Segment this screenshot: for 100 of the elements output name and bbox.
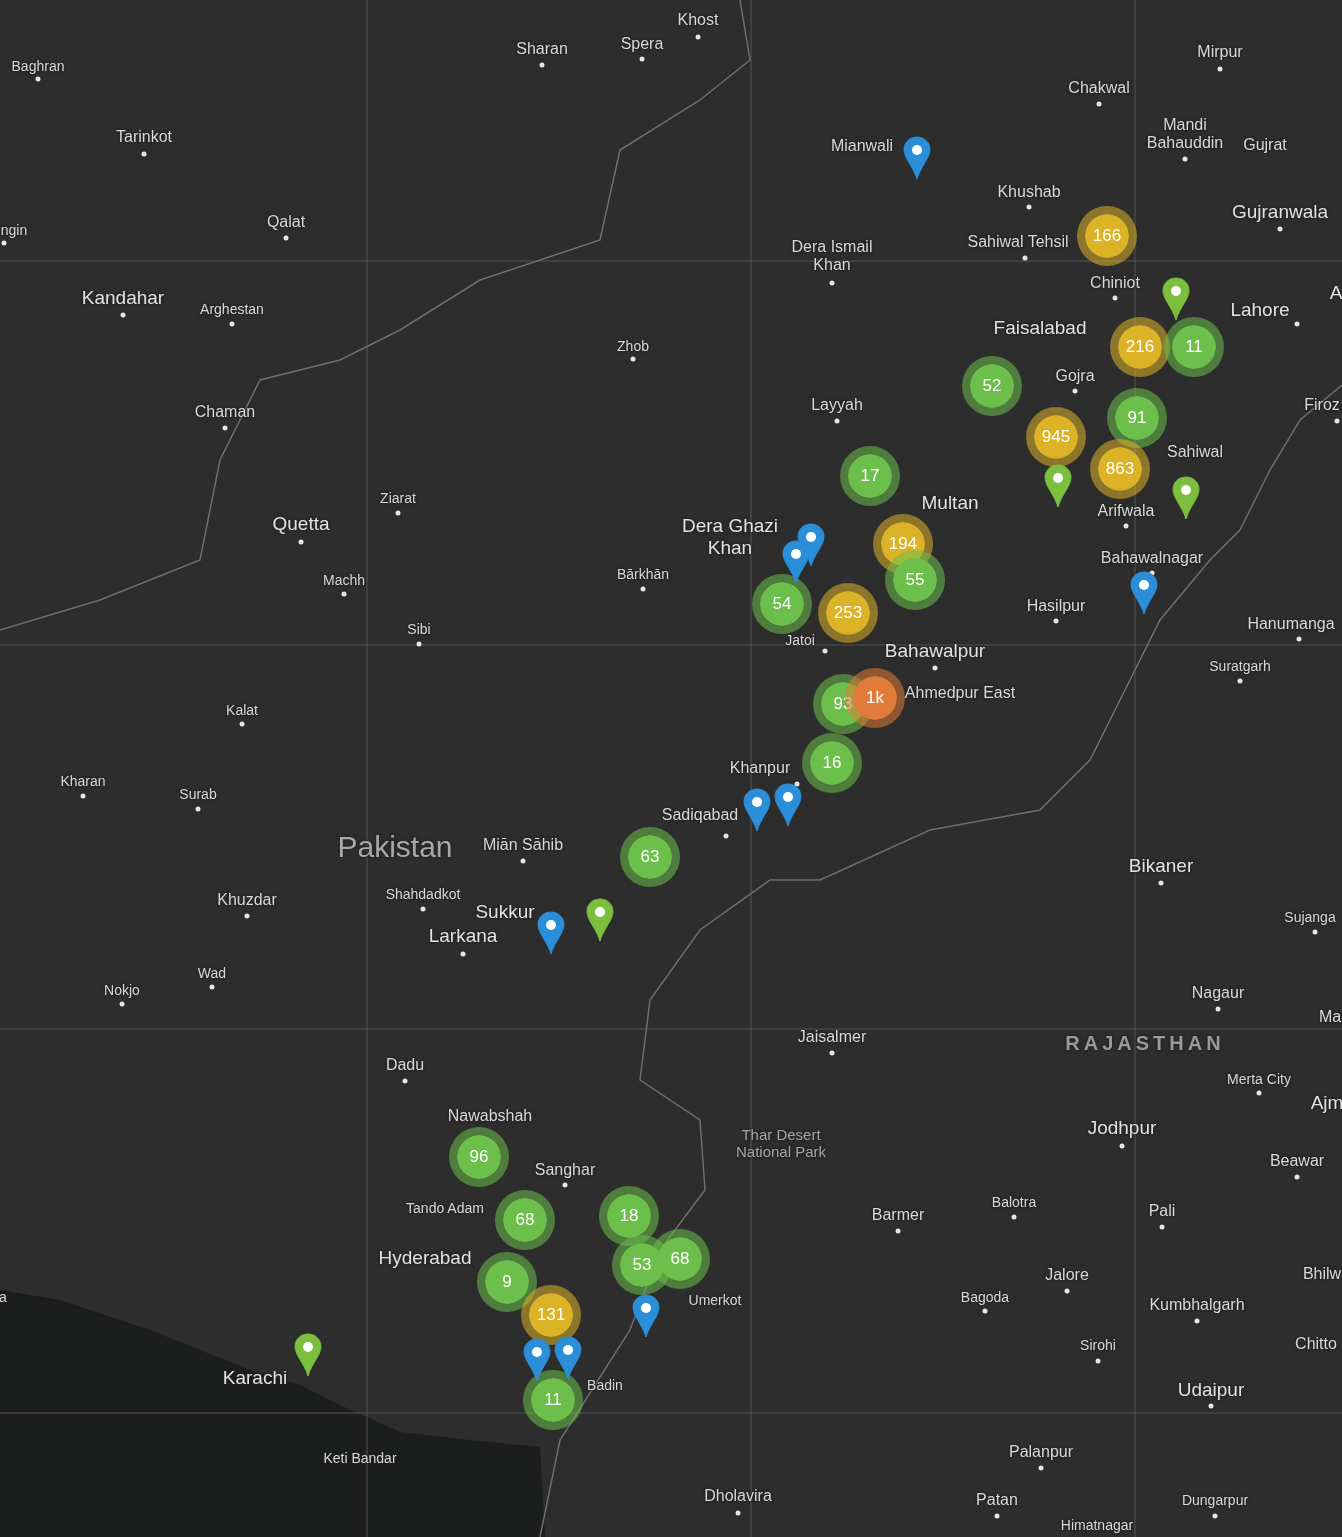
place-label: Firoz	[1304, 395, 1340, 415]
country-label: Pakistan	[337, 829, 453, 865]
map-pin-icon[interactable]	[797, 523, 825, 567]
place-label: Umerkot	[688, 1291, 742, 1309]
city-dot-icon	[141, 151, 147, 157]
place-label: Jaisalmer	[797, 1027, 867, 1047]
place-label: Gujranwala	[1231, 201, 1329, 223]
map-pin-icon[interactable]	[537, 911, 565, 955]
place-label: Gujrat	[1243, 135, 1287, 155]
place-label: Dholavira	[704, 1486, 772, 1506]
city-dot-icon	[1312, 929, 1318, 935]
city-dot-icon	[341, 591, 347, 597]
city-dot-icon	[298, 539, 304, 545]
place-label: Sirohi	[1080, 1336, 1116, 1354]
city-dot-icon	[1095, 1358, 1101, 1364]
place-label: Pali	[1148, 1201, 1176, 1221]
city-dot-icon	[1112, 295, 1118, 301]
city-dot-icon	[1215, 1006, 1221, 1012]
place-label: Qalat	[266, 212, 306, 232]
place-label: Palanpur	[1009, 1442, 1073, 1462]
place-label: Nawabshah	[447, 1106, 533, 1126]
city-dot-icon	[1256, 1090, 1262, 1096]
place-label: Dungarpur	[1181, 1491, 1249, 1509]
place-label: ngin	[0, 221, 28, 239]
city-dot-icon	[80, 793, 86, 799]
city-dot-icon	[35, 76, 41, 82]
place-label: Khuzdar	[217, 890, 277, 910]
city-dot-icon	[539, 62, 545, 68]
place-label: Bahawalnagar	[1100, 548, 1204, 568]
place-label: Khanpur	[729, 758, 791, 778]
map-pin-icon[interactable]	[523, 1338, 551, 1382]
place-label: Sujanga	[1284, 908, 1336, 926]
place-label: Chitto	[1295, 1334, 1337, 1354]
place-label: Surab	[179, 785, 217, 803]
place-label: Bikaner	[1128, 855, 1194, 877]
map-pin-icon[interactable]	[743, 788, 771, 832]
map-pin-icon[interactable]	[586, 898, 614, 942]
place-label: Zhob	[617, 337, 649, 355]
city-dot-icon	[1026, 204, 1032, 210]
city-dot-icon	[120, 312, 126, 318]
place-label: Dadu	[385, 1055, 425, 1075]
place-label: Dera Ghazi Khan	[680, 515, 780, 559]
place-label: Ahmedpur East	[904, 683, 1016, 703]
city-dot-icon	[402, 1078, 408, 1084]
city-dot-icon	[895, 1228, 901, 1234]
city-dot-icon	[932, 665, 938, 671]
place-label: Kharan	[60, 772, 106, 790]
city-dot-icon	[209, 984, 215, 990]
map-pin-icon[interactable]	[294, 1333, 322, 1377]
city-dot-icon	[1334, 418, 1340, 424]
place-label: Himatnagar	[1060, 1516, 1134, 1534]
city-dot-icon	[822, 648, 828, 654]
place-label: Miān Sāhib	[483, 835, 563, 855]
city-dot-icon	[1119, 1143, 1125, 1149]
place-label: Nokjo	[104, 981, 140, 999]
park-label: Thar Desert National Park	[734, 1125, 827, 1161]
place-label: Multan	[921, 492, 979, 514]
place-label: Bārkhān	[616, 565, 670, 583]
city-dot-icon	[994, 1513, 1000, 1519]
place-label: Ma	[1318, 1007, 1342, 1027]
map-pin-icon[interactable]	[1044, 464, 1072, 508]
map-pin-icon[interactable]	[1172, 476, 1200, 520]
city-dot-icon	[1053, 618, 1059, 624]
place-label: Shahdadkot	[385, 885, 461, 903]
place-label: Sahiwal	[1167, 442, 1223, 462]
place-label: Mianwali	[830, 136, 894, 156]
place-label: Arghestan	[200, 300, 264, 318]
city-dot-icon	[1011, 1214, 1017, 1220]
city-dot-icon	[1294, 1174, 1300, 1180]
place-label: Jodhpur	[1087, 1117, 1157, 1139]
city-dot-icon	[520, 858, 526, 864]
place-label: Beawar	[1269, 1151, 1325, 1171]
city-dot-icon	[639, 56, 645, 62]
place-label: Sadiqabad	[661, 805, 739, 825]
place-label: Khost	[677, 10, 719, 30]
place-label: Hasilpur	[1026, 596, 1086, 616]
map-pin-icon[interactable]	[554, 1336, 582, 1380]
place-label: Quetta	[272, 513, 330, 535]
place-label: Ajm	[1310, 1092, 1342, 1114]
place-label: Wad	[197, 964, 227, 982]
city-dot-icon	[1194, 1318, 1200, 1324]
city-dot-icon	[829, 280, 835, 286]
city-dot-icon	[1096, 101, 1102, 107]
place-label: Bhilw	[1302, 1264, 1342, 1284]
map-pin-icon[interactable]	[903, 136, 931, 180]
place-label: Khushab	[997, 182, 1061, 202]
map-pin-icon[interactable]	[774, 783, 802, 827]
city-dot-icon	[195, 806, 201, 812]
city-dot-icon	[723, 833, 729, 839]
place-label: Badin	[587, 1376, 623, 1394]
map-pin-icon[interactable]	[632, 1294, 660, 1338]
map-pin-icon[interactable]	[1130, 571, 1158, 615]
map-pin-icon[interactable]	[1162, 277, 1190, 321]
city-dot-icon	[1123, 523, 1129, 529]
city-dot-icon	[460, 951, 466, 957]
place-label: Merta City	[1227, 1070, 1291, 1088]
place-label: Hanumanga	[1247, 614, 1335, 634]
place-label: Jatoi	[785, 631, 815, 649]
city-dot-icon	[420, 906, 426, 912]
city-dot-icon	[1182, 156, 1188, 162]
